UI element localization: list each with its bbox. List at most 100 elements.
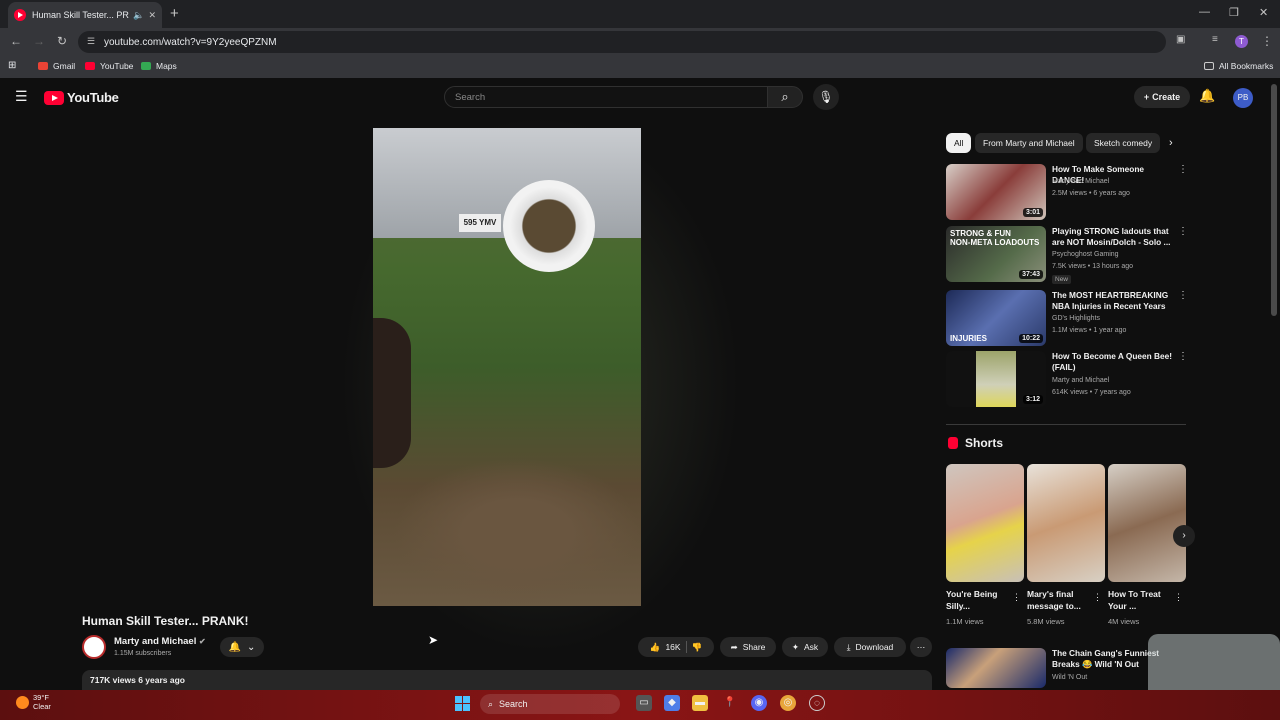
browser-tab[interactable]: Human Skill Tester... PRANK! 🔈 ✕	[8, 2, 162, 28]
recommendation-channel[interactable]: Wild 'N Out	[1052, 674, 1087, 681]
search-button[interactable]: ⌕	[767, 86, 803, 108]
more-vertical-icon[interactable]: ⋮	[1012, 592, 1021, 603]
short-item[interactable]: How To Treat Your ... 4M views ⋮	[1108, 464, 1186, 626]
voice-search-button[interactable]: 🎙	[813, 84, 839, 110]
recommendation-item[interactable]: 3:01 How To Make Someone DANCE! Marty an…	[946, 164, 1188, 222]
profile-avatar[interactable]: T	[1235, 35, 1248, 48]
description-box[interactable]: 717K views 6 years ago	[82, 670, 932, 690]
discord-icon[interactable]: ◉	[751, 695, 767, 711]
bookmark-gmail[interactable]: Gmail	[38, 61, 75, 71]
video-thumbnail[interactable]: 3:01	[946, 164, 1046, 220]
short-thumbnail[interactable]	[1027, 464, 1105, 582]
video-thumbnail[interactable]: INJURIES 10:22	[946, 290, 1046, 346]
chrome-icon[interactable]: ◎	[780, 695, 796, 711]
recommendation-title[interactable]: How To Become A Queen Bee! (FAIL)	[1052, 351, 1176, 373]
hamburger-menu-icon[interactable]: ☰	[15, 88, 28, 105]
youtube-icon	[85, 62, 95, 70]
forward-icon[interactable]: →	[33, 34, 45, 48]
more-vertical-icon[interactable]: ⋮	[1178, 226, 1188, 237]
youtube-logo[interactable]: YouTube	[44, 90, 119, 105]
minimize-icon[interactable]: —	[1199, 6, 1210, 18]
all-bookmarks[interactable]: All Bookmarks	[1204, 61, 1273, 71]
windows-start-icon[interactable]	[455, 696, 470, 711]
page-scrollbar[interactable]	[1271, 84, 1277, 316]
weather-widget[interactable]: 39°F Clear	[16, 693, 51, 711]
reload-icon[interactable]: ↻	[57, 34, 67, 48]
more-vertical-icon[interactable]: ⋮	[1178, 164, 1188, 175]
ask-button[interactable]: ✦ Ask	[782, 637, 828, 657]
recommendation-channel[interactable]: Marty and Michael	[1052, 377, 1109, 384]
chrome-menu-icon[interactable]: ⋮	[1261, 34, 1273, 48]
chip-from-channel[interactable]: From Marty and Michael	[975, 133, 1083, 153]
recommendation-item[interactable]: STRONG & FUN NON-META LOADOUTS 37:43 Play…	[946, 226, 1188, 284]
more-vertical-icon[interactable]: ⋮	[1174, 592, 1183, 603]
recommendation-item[interactable]: 3:12 How To Become A Queen Bee! (FAIL) M…	[946, 351, 1188, 409]
subscribed-bell-button[interactable]: 🔔 ⌄	[220, 637, 264, 657]
new-badge: New	[1052, 275, 1072, 284]
short-thumbnail[interactable]	[946, 464, 1024, 582]
short-item[interactable]: Mary's final message to... 5.8M views ⋮	[1027, 464, 1105, 626]
channel-name[interactable]: Marty and Michael ✔	[114, 636, 206, 647]
bookmark-maps[interactable]: Maps	[141, 61, 177, 71]
recommendation-channel[interactable]: Psychoghost Gaming	[1052, 251, 1119, 258]
download-button[interactable]: ⤓ Download	[834, 637, 906, 657]
back-icon[interactable]: ←	[10, 34, 22, 48]
like-button[interactable]: 👍 16K	[650, 642, 681, 653]
more-vertical-icon[interactable]: ⋮	[1178, 290, 1188, 301]
duration-badge: 37:43	[1019, 270, 1043, 279]
video-frame-dog	[373, 318, 411, 468]
maximize-icon[interactable]: ❐	[1229, 6, 1239, 19]
new-tab-icon[interactable]: +	[170, 5, 179, 22]
shorts-next-chevron-icon[interactable]: ›	[1173, 525, 1195, 547]
short-item[interactable]: You're Being Silly... 1.1M views ⋮	[946, 464, 1024, 626]
copilot-icon[interactable]: ◆	[664, 695, 680, 711]
video-thumbnail[interactable]	[946, 648, 1046, 688]
recommendation-item[interactable]: INJURIES 10:22 The MOST HEARTBREAKING NB…	[946, 290, 1188, 348]
chip-sketch-comedy[interactable]: Sketch comedy	[1086, 133, 1161, 153]
account-avatar[interactable]: PB	[1233, 88, 1253, 108]
channel-avatar[interactable]	[82, 635, 106, 659]
more-actions-button[interactable]: ⋯	[910, 637, 932, 657]
address-bar[interactable]: ☰ youtube.com/watch?v=9Y2yeeQPZNM	[78, 31, 1166, 53]
recommendation-title[interactable]: The MOST HEARTBREAKING NBA Injuries in R…	[1052, 290, 1176, 313]
site-info-icon[interactable]: ☰	[87, 36, 95, 47]
speaker-icon[interactable]: 🔈	[133, 10, 144, 21]
recommendation-channel[interactable]: Marty and Michael	[1052, 178, 1109, 185]
create-button[interactable]: + Create	[1134, 86, 1190, 108]
recommendation-channel[interactable]: GD's Highlights	[1052, 315, 1100, 322]
duration-badge: 3:12	[1022, 395, 1043, 404]
maps-pin-icon[interactable]: 📍	[722, 695, 738, 711]
window-close-icon[interactable]: ✕	[1259, 6, 1268, 19]
more-vertical-icon[interactable]: ⋮	[1093, 592, 1102, 603]
bookmark-youtube[interactable]: YouTube	[85, 61, 133, 71]
task-view-icon[interactable]: ▭	[636, 695, 652, 711]
video-thumbnail[interactable]: STRONG & FUN NON-META LOADOUTS 37:43	[946, 226, 1046, 282]
url-text: youtube.com/watch?v=9Y2yeeQPZNM	[104, 36, 277, 48]
short-title[interactable]: You're Being Silly...	[946, 588, 1014, 612]
sparkle-icon: ✦	[791, 641, 799, 652]
apps-grid-icon[interactable]: ⊞	[8, 60, 16, 71]
shorts-icon	[948, 437, 958, 449]
short-title[interactable]: How To Treat Your ...	[1108, 588, 1176, 612]
chips-next-chevron-icon[interactable]: ›	[1169, 137, 1173, 149]
steam-icon[interactable]: ◌	[809, 695, 825, 711]
close-tab-icon[interactable]: ✕	[148, 10, 156, 21]
more-vertical-icon[interactable]: ⋮	[1178, 351, 1188, 362]
chip-all[interactable]: All	[946, 133, 972, 153]
views-date: 717K views 6 years ago	[90, 675, 185, 685]
dislike-button[interactable]: 👎	[692, 642, 703, 653]
short-thumbnail[interactable]	[1108, 464, 1186, 582]
short-title[interactable]: Mary's final message to...	[1027, 588, 1095, 612]
taskbar-search[interactable]: ⌕ Search	[480, 694, 620, 714]
search-input[interactable]: Search	[444, 86, 768, 108]
recommendation-title[interactable]: Playing STRONG ladouts that are NOT Mosi…	[1052, 226, 1176, 248]
file-explorer-icon[interactable]: ▬	[692, 695, 708, 711]
chevron-down-icon: ⌄	[247, 641, 256, 653]
media-control-icon[interactable]: ≡	[1212, 34, 1218, 45]
recommendation-meta: 614K views • 7 years ago	[1052, 389, 1131, 396]
video-player[interactable]: 595 YMV	[373, 128, 641, 606]
side-panel-icon[interactable]: ▣	[1176, 34, 1185, 45]
video-thumbnail[interactable]: 3:12	[946, 351, 1046, 407]
share-button[interactable]: ➦ Share	[720, 637, 776, 657]
notifications-bell-icon[interactable]: 🔔	[1199, 88, 1215, 104]
